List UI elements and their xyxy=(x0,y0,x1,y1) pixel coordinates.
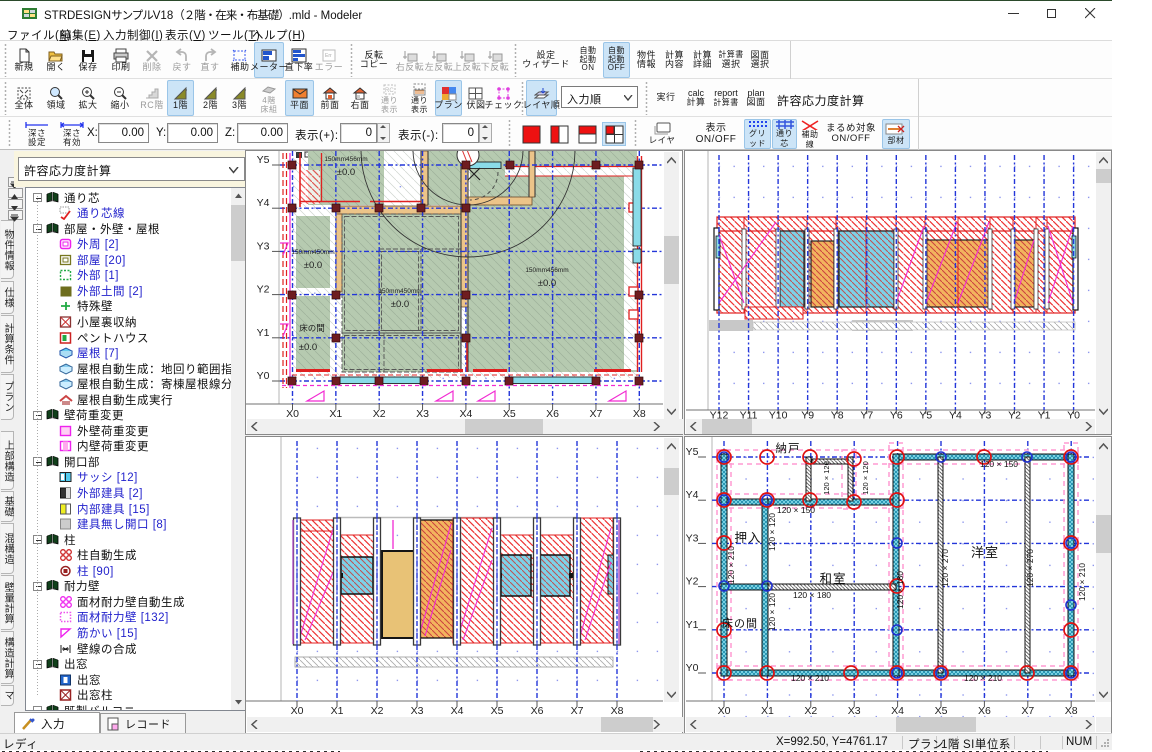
svg-text:Y2: Y2 xyxy=(686,576,699,588)
svg-text:120 × 120: 120 × 120 xyxy=(767,513,777,551)
svg-text:Y1: Y1 xyxy=(686,619,699,631)
svg-text:±0.0: ±0.0 xyxy=(538,278,556,289)
svg-text:120 × 180: 120 × 180 xyxy=(793,590,831,600)
svg-text:Y9: Y9 xyxy=(801,410,814,420)
svg-text:Y0: Y0 xyxy=(686,662,699,674)
svg-text:Y3: Y3 xyxy=(979,410,992,420)
svg-text:±0.0: ±0.0 xyxy=(391,299,409,310)
svg-text:Y6: Y6 xyxy=(890,410,903,420)
svg-text:X8: X8 xyxy=(611,705,624,717)
svg-text:X8: X8 xyxy=(633,408,646,419)
svg-text:X1: X1 xyxy=(761,705,774,717)
svg-text:X3: X3 xyxy=(848,705,861,717)
svg-text:150mm456mm: 150mm456mm xyxy=(525,267,568,274)
svg-text:Y11: Y11 xyxy=(740,410,758,420)
svg-text:Err: Err xyxy=(325,53,332,59)
svg-text:Y1: Y1 xyxy=(257,327,270,339)
svg-text:X7: X7 xyxy=(590,408,603,419)
svg-text:120 × 150: 120 × 150 xyxy=(777,505,815,515)
svg-text:X5: X5 xyxy=(503,408,516,419)
svg-text:Y2: Y2 xyxy=(257,284,270,296)
svg-text:洋室: 洋室 xyxy=(971,545,999,560)
svg-text:120 × 210: 120 × 210 xyxy=(964,673,1002,683)
svg-text:X5: X5 xyxy=(491,705,504,717)
svg-text:Y4: Y4 xyxy=(949,410,962,420)
svg-text:150mm450mm: 150mm450mm xyxy=(291,249,334,256)
svg-text:120 × 270: 120 × 270 xyxy=(1025,549,1035,587)
svg-text:床の間: 床の間 xyxy=(722,616,758,630)
svg-text:±0.0: ±0.0 xyxy=(299,342,317,353)
svg-text:Y5: Y5 xyxy=(686,446,699,458)
svg-text:X2: X2 xyxy=(804,705,817,717)
svg-text:X2: X2 xyxy=(371,705,384,717)
svg-text:X7: X7 xyxy=(571,705,584,717)
svg-text:Y7: Y7 xyxy=(860,410,873,420)
svg-text:Y8: Y8 xyxy=(831,410,844,420)
svg-text:X4: X4 xyxy=(459,408,472,419)
svg-text:床の間: 床の間 xyxy=(299,323,325,333)
svg-text:Y0: Y0 xyxy=(1067,410,1080,420)
svg-text:X6: X6 xyxy=(531,705,544,717)
svg-text:Y1: Y1 xyxy=(1038,410,1051,420)
svg-text:120 × 150: 120 × 150 xyxy=(980,459,1018,469)
svg-text:120 × 120: 120 × 120 xyxy=(767,593,777,631)
svg-text:押入: 押入 xyxy=(734,531,761,545)
svg-text:Y4: Y4 xyxy=(257,197,270,209)
svg-text:X0: X0 xyxy=(291,705,304,717)
svg-text:Y12: Y12 xyxy=(710,410,729,420)
svg-text:X0: X0 xyxy=(718,705,731,717)
svg-text:120 × 210: 120 × 210 xyxy=(1077,563,1087,601)
svg-text:120 × 270: 120 × 270 xyxy=(940,549,950,587)
svg-text:Y5: Y5 xyxy=(919,410,932,420)
svg-text:X3: X3 xyxy=(416,408,429,419)
svg-text:Y0: Y0 xyxy=(257,370,270,382)
svg-text:Y2: Y2 xyxy=(1008,410,1021,420)
svg-text:X3: X3 xyxy=(411,705,424,717)
svg-text:Y3: Y3 xyxy=(257,240,270,252)
svg-text:Y10: Y10 xyxy=(769,410,788,420)
svg-text:X2: X2 xyxy=(373,408,386,419)
svg-text:X0: X0 xyxy=(286,408,299,419)
svg-text:納戸: 納戸 xyxy=(776,442,801,455)
svg-text:120 × 210: 120 × 210 xyxy=(791,673,829,683)
svg-text:Y5: Y5 xyxy=(257,154,270,166)
svg-text:X1: X1 xyxy=(329,408,342,419)
svg-text:±0.0: ±0.0 xyxy=(304,260,322,271)
svg-text:150mm450mm: 150mm450mm xyxy=(378,288,421,295)
svg-text:120 × 180: 120 × 180 xyxy=(895,571,905,609)
svg-text:150mm456mm: 150mm456mm xyxy=(324,156,367,163)
svg-text:RC: RC xyxy=(385,88,394,94)
svg-text:X7: X7 xyxy=(1021,705,1034,717)
svg-text:X8: X8 xyxy=(1065,705,1078,717)
svg-text:120 × 210: 120 × 210 xyxy=(726,546,736,584)
svg-text:X1: X1 xyxy=(331,705,344,717)
svg-text:±0.0: ±0.0 xyxy=(337,167,355,178)
svg-text:Y4: Y4 xyxy=(686,489,699,501)
svg-text:120 × 120: 120 × 120 xyxy=(822,461,831,495)
svg-text:X6: X6 xyxy=(978,705,991,717)
svg-text:X6: X6 xyxy=(546,408,559,419)
svg-text:和室: 和室 xyxy=(819,571,846,586)
svg-text:X5: X5 xyxy=(935,705,948,717)
svg-text:X4: X4 xyxy=(891,705,904,717)
svg-text:X4: X4 xyxy=(451,705,464,717)
svg-text:Y3: Y3 xyxy=(686,532,699,544)
svg-text:120 × 120: 120 × 120 xyxy=(861,461,870,495)
